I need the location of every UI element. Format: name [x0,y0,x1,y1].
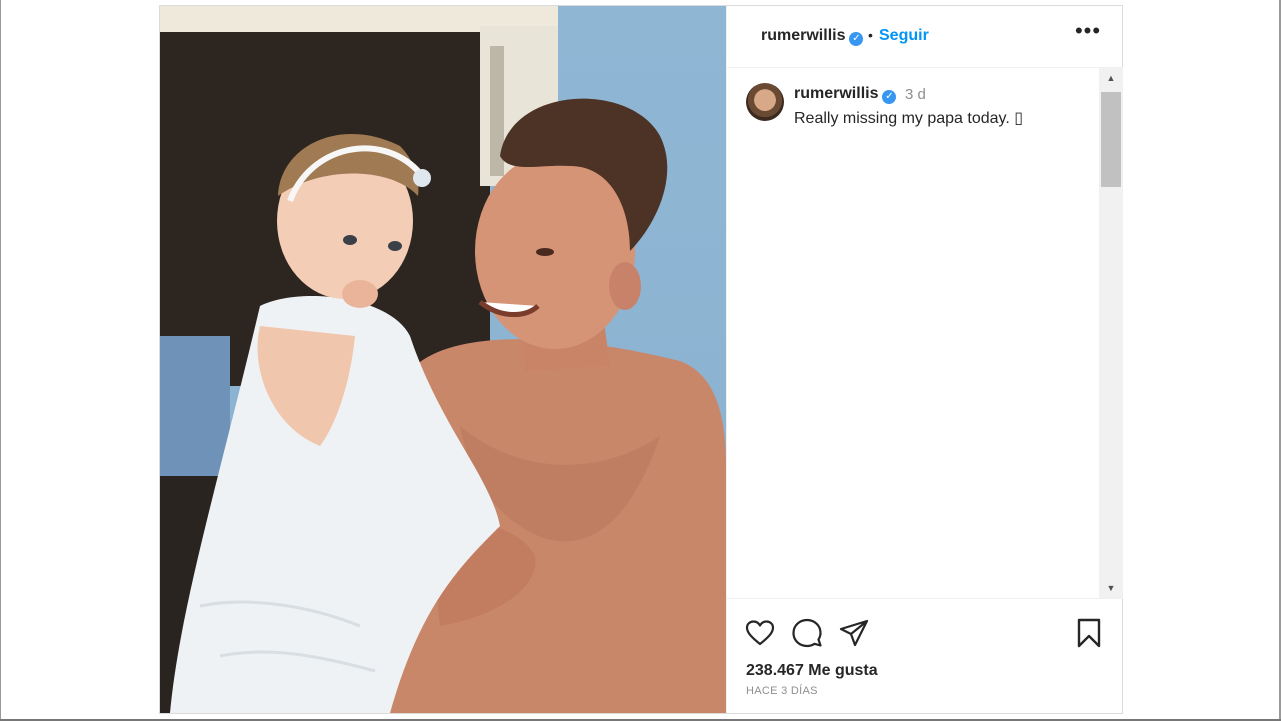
man-ear [609,262,641,310]
scroll-down-arrow-icon[interactable]: ▼ [1099,578,1123,598]
caption-time[interactable]: 3 d [905,86,926,103]
baby-hand-mouth [342,280,378,308]
window-border-left [0,0,1,721]
heart-icon[interactable] [744,617,776,649]
header-username-link[interactable]: rumerwillis ✓ [761,27,864,46]
scroll-up-arrow-icon[interactable]: ▲ [1099,68,1123,88]
comment-bubble-icon[interactable] [791,617,823,649]
scrollbar-thumb[interactable] [1101,92,1121,187]
headband-flower [413,169,431,187]
post-header: rumerwillis ✓ • Seguir ••• [727,6,1123,68]
baby-eye-right [388,241,402,251]
more-options-icon[interactable]: ••• [1072,20,1104,47]
post-actions: 238.467 Me gusta HACE 3 DÍAS [727,598,1123,713]
likes-count[interactable]: 238.467 Me gusta [746,662,878,680]
baby-eye-left [343,235,357,245]
post-photo[interactable] [160,6,726,713]
post-timestamp[interactable]: HACE 3 DÍAS [746,685,818,697]
post-photo-illustration [160,6,726,713]
verified-badge-icon: ✓ [849,32,864,46]
caption-avatar[interactable] [746,83,784,121]
header-username: rumerwillis [761,27,846,44]
instagram-post: rumerwillis ✓ • Seguir ••• rumerwillis ✓ 3… [159,5,1123,714]
man-eye [536,248,554,256]
comments-scrollbar[interactable]: ▲ ▼ [1099,68,1123,598]
caption-username: rumerwillis [794,85,879,102]
bookmark-icon[interactable] [1073,617,1105,649]
comments-area: rumerwillis ✓ 3 d Really missing my papa … [727,68,1099,598]
header-separator: • [868,27,873,43]
paper-plane-icon[interactable] [838,617,870,649]
post-side-panel: rumerwillis ✓ • Seguir ••• rumerwillis ✓ 3… [726,6,1123,713]
follow-button[interactable]: Seguir [879,27,929,45]
verified-badge-icon: ✓ [882,90,897,104]
caption-text: Really missing my papa today. ▯ [794,110,1024,127]
caption-username-link[interactable]: rumerwillis ✓ [794,85,897,104]
